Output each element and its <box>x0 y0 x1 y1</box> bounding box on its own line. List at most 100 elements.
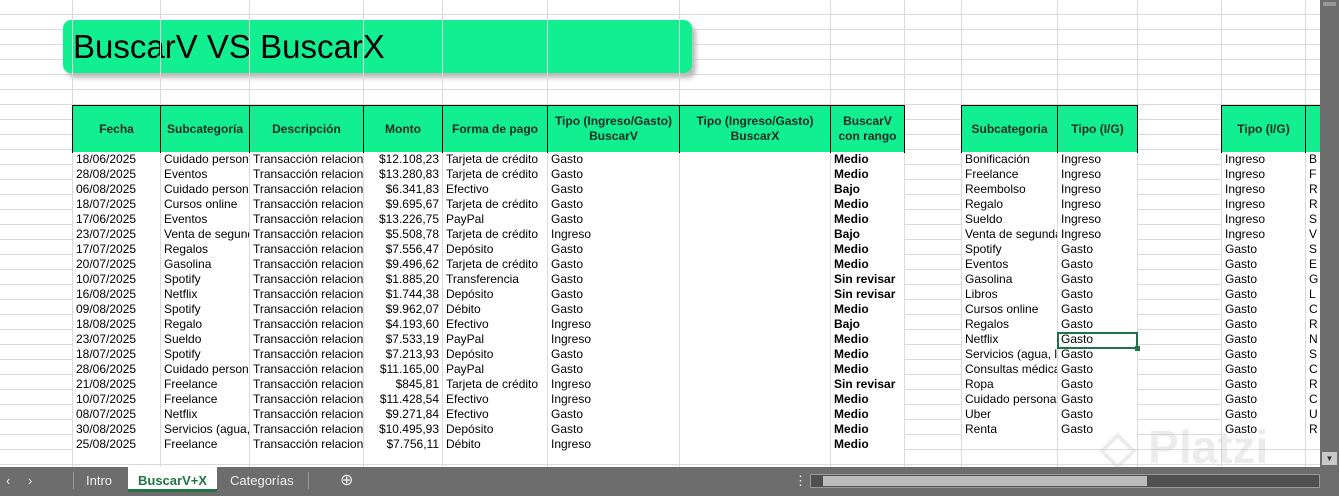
cell-lookup2-tipo[interactable]: Ingreso <box>1222 182 1305 196</box>
cell-lookup2-tipo[interactable]: Gasto <box>1222 317 1305 331</box>
cell-monto[interactable]: $7.533,19 <box>364 332 442 346</box>
cell-subcategoria[interactable]: Regalo <box>161 317 249 331</box>
cell-buscarv-rango[interactable]: Bajo <box>831 317 904 331</box>
cell-descripcion[interactable]: Transacción relacionada <box>250 317 363 331</box>
cell-lookup-subcategoria[interactable]: Spotify <box>962 242 1057 256</box>
cell-lookup-tipo[interactable]: Gasto <box>1058 317 1137 331</box>
cell-lookup-subcategoria[interactable]: Reembolso <box>962 182 1057 196</box>
cell-subcategoria[interactable]: Freelance <box>161 377 249 391</box>
cell-lookup2-subcategoria[interactable]: F <box>1306 167 1320 181</box>
cell-lookup2-tipo[interactable]: Gasto <box>1222 242 1305 256</box>
cell-lookup-subcategoria[interactable]: Gasolina <box>962 272 1057 286</box>
cell-lookup-subcategoria[interactable]: Uber <box>962 407 1057 421</box>
cell-subcategoria[interactable]: Venta de segunda <box>161 227 249 241</box>
cell-lookup-subcategoria[interactable]: Renta <box>962 422 1057 436</box>
cell-lookup2-subcategoria[interactable]: V <box>1306 227 1320 241</box>
cell-forma-de-pago[interactable]: PayPal <box>443 212 547 226</box>
cell-tipo-buscarx[interactable] <box>680 362 830 376</box>
cell-tipo-buscarx[interactable] <box>680 347 830 361</box>
cell-monto[interactable]: $11.428,54 <box>364 392 442 406</box>
cell-buscarv-rango[interactable]: Medio <box>831 332 904 346</box>
cell-lookup2-subcategoria[interactable]: B <box>1306 152 1320 166</box>
cell-monto[interactable]: $845,81 <box>364 377 442 391</box>
cell-forma-de-pago[interactable]: Tarjeta de crédito <box>443 227 547 241</box>
cell-subcategoria[interactable]: Servicios (agua, luz) <box>161 422 249 436</box>
cell-buscarv-rango[interactable]: Medio <box>831 362 904 376</box>
cell-forma-de-pago[interactable]: Efectivo <box>443 182 547 196</box>
spreadsheet-grid[interactable]: BuscarV VS BuscarX Fecha Subcategoría Desc… <box>0 0 1320 467</box>
cell-buscarv-rango[interactable]: Sin revisar <box>831 287 904 301</box>
cell-buscarv-rango[interactable]: Medio <box>831 167 904 181</box>
cell-monto[interactable]: $9.962,07 <box>364 302 442 316</box>
cell-lookup-subcategoria[interactable]: Libros <box>962 287 1057 301</box>
cell-tipo-buscarx[interactable] <box>680 212 830 226</box>
cell-descripcion[interactable]: Transacción relacionada <box>250 377 363 391</box>
cell-subcategoria[interactable]: Eventos <box>161 212 249 226</box>
cell-lookup2-tipo[interactable]: Ingreso <box>1222 227 1305 241</box>
cell-monto[interactable]: $13.280,83 <box>364 167 442 181</box>
cell-lookup2-tipo[interactable]: Gasto <box>1222 332 1305 346</box>
cell-forma-de-pago[interactable]: Tarjeta de crédito <box>443 377 547 391</box>
cell-forma-de-pago[interactable]: Tarjeta de crédito <box>443 167 547 181</box>
cell-tipo-buscarx[interactable] <box>680 407 830 421</box>
add-sheet-icon[interactable]: ⊕ <box>330 467 363 494</box>
cell-lookup-tipo[interactable]: Gasto <box>1058 242 1137 256</box>
cell-monto[interactable]: $7.213,93 <box>364 347 442 361</box>
cell-buscarv-rango[interactable]: Medio <box>831 257 904 271</box>
cell-descripcion[interactable]: Transacción relacionada <box>250 257 363 271</box>
cell-forma-de-pago[interactable]: Efectivo <box>443 392 547 406</box>
cell-descripcion[interactable]: Transacción relacionada <box>250 212 363 226</box>
cell-fecha[interactable]: 18/08/2025 <box>73 317 160 331</box>
cell-lookup2-tipo[interactable]: Ingreso <box>1222 152 1305 166</box>
cell-forma-de-pago[interactable]: Depósito <box>443 287 547 301</box>
tab-categorias[interactable]: Categorías <box>220 467 304 494</box>
cell-subcategoria[interactable]: Regalos <box>161 242 249 256</box>
cell-forma-de-pago[interactable]: Depósito <box>443 347 547 361</box>
cell-buscarv-rango[interactable]: Sin revisar <box>831 377 904 391</box>
cell-lookup2-tipo[interactable]: Ingreso <box>1222 212 1305 226</box>
cell-tipo-buscarx[interactable] <box>680 242 830 256</box>
cell-tipo-buscarv[interactable]: Ingreso <box>548 377 679 391</box>
cell-fecha[interactable]: 18/07/2025 <box>73 347 160 361</box>
cell-forma-de-pago[interactable]: Transferencia <box>443 272 547 286</box>
cell-tipo-buscarv[interactable]: Gasto <box>548 167 679 181</box>
cell-tipo-buscarx[interactable] <box>680 272 830 286</box>
cell-monto[interactable]: $9.271,84 <box>364 407 442 421</box>
cell-lookup2-tipo[interactable]: Gasto <box>1222 347 1305 361</box>
cell-fecha[interactable]: 16/08/2025 <box>73 287 160 301</box>
cell-lookup-subcategoria[interactable]: Regalos <box>962 317 1057 331</box>
cell-lookup2-subcategoria[interactable]: S <box>1306 212 1320 226</box>
tab-buscarv-x[interactable]: BuscarV+X <box>128 467 218 492</box>
cell-tipo-buscarx[interactable] <box>680 317 830 331</box>
cell-subcategoria[interactable]: Freelance <box>161 392 249 406</box>
cell-fecha[interactable]: 25/08/2025 <box>73 437 160 451</box>
cell-fecha[interactable]: 17/07/2025 <box>73 242 160 256</box>
cell-subcategoria[interactable]: Cuidado personal <box>161 182 249 196</box>
cell-buscarv-rango[interactable]: Medio <box>831 347 904 361</box>
cell-descripcion[interactable]: Transacción relacionada <box>250 242 363 256</box>
cell-descripcion[interactable]: Transacción relacionada <box>250 272 363 286</box>
cell-monto[interactable]: $9.695,67 <box>364 197 442 211</box>
cell-lookup-subcategoria[interactable]: Venta de segunda <box>962 227 1057 241</box>
cell-lookup2-tipo[interactable]: Gasto <box>1222 362 1305 376</box>
cell-subcategoria[interactable]: Spotify <box>161 302 249 316</box>
cell-lookup2-subcategoria[interactable]: R <box>1306 317 1320 331</box>
cell-lookup-subcategoria[interactable]: Bonificación <box>962 152 1057 166</box>
cell-lookup2-tipo[interactable]: Gasto <box>1222 287 1305 301</box>
cell-tipo-buscarx[interactable] <box>680 302 830 316</box>
cell-lookup-subcategoria[interactable]: Servicios (agua, luz) <box>962 347 1057 361</box>
cell-descripcion[interactable]: Transacción relacionada <box>250 167 363 181</box>
cell-forma-de-pago[interactable]: Efectivo <box>443 317 547 331</box>
cell-lookup-tipo[interactable]: Gasto <box>1058 362 1137 376</box>
cell-lookup2-subcategoria[interactable]: S <box>1306 347 1320 361</box>
cell-subcategoria[interactable]: Spotify <box>161 272 249 286</box>
cell-forma-de-pago[interactable]: Depósito <box>443 422 547 436</box>
cell-tipo-buscarx[interactable] <box>680 167 830 181</box>
cell-lookup2-subcategoria[interactable]: R <box>1306 182 1320 196</box>
cell-monto[interactable]: $1.885,20 <box>364 272 442 286</box>
cell-tipo-buscarv[interactable]: Gasto <box>548 407 679 421</box>
cell-descripcion[interactable]: Transacción relacionada <box>250 407 363 421</box>
scroll-down-icon[interactable]: ▼ <box>1322 452 1337 465</box>
cell-forma-de-pago[interactable]: Tarjeta de crédito <box>443 257 547 271</box>
cell-buscarv-rango[interactable]: Medio <box>831 197 904 211</box>
